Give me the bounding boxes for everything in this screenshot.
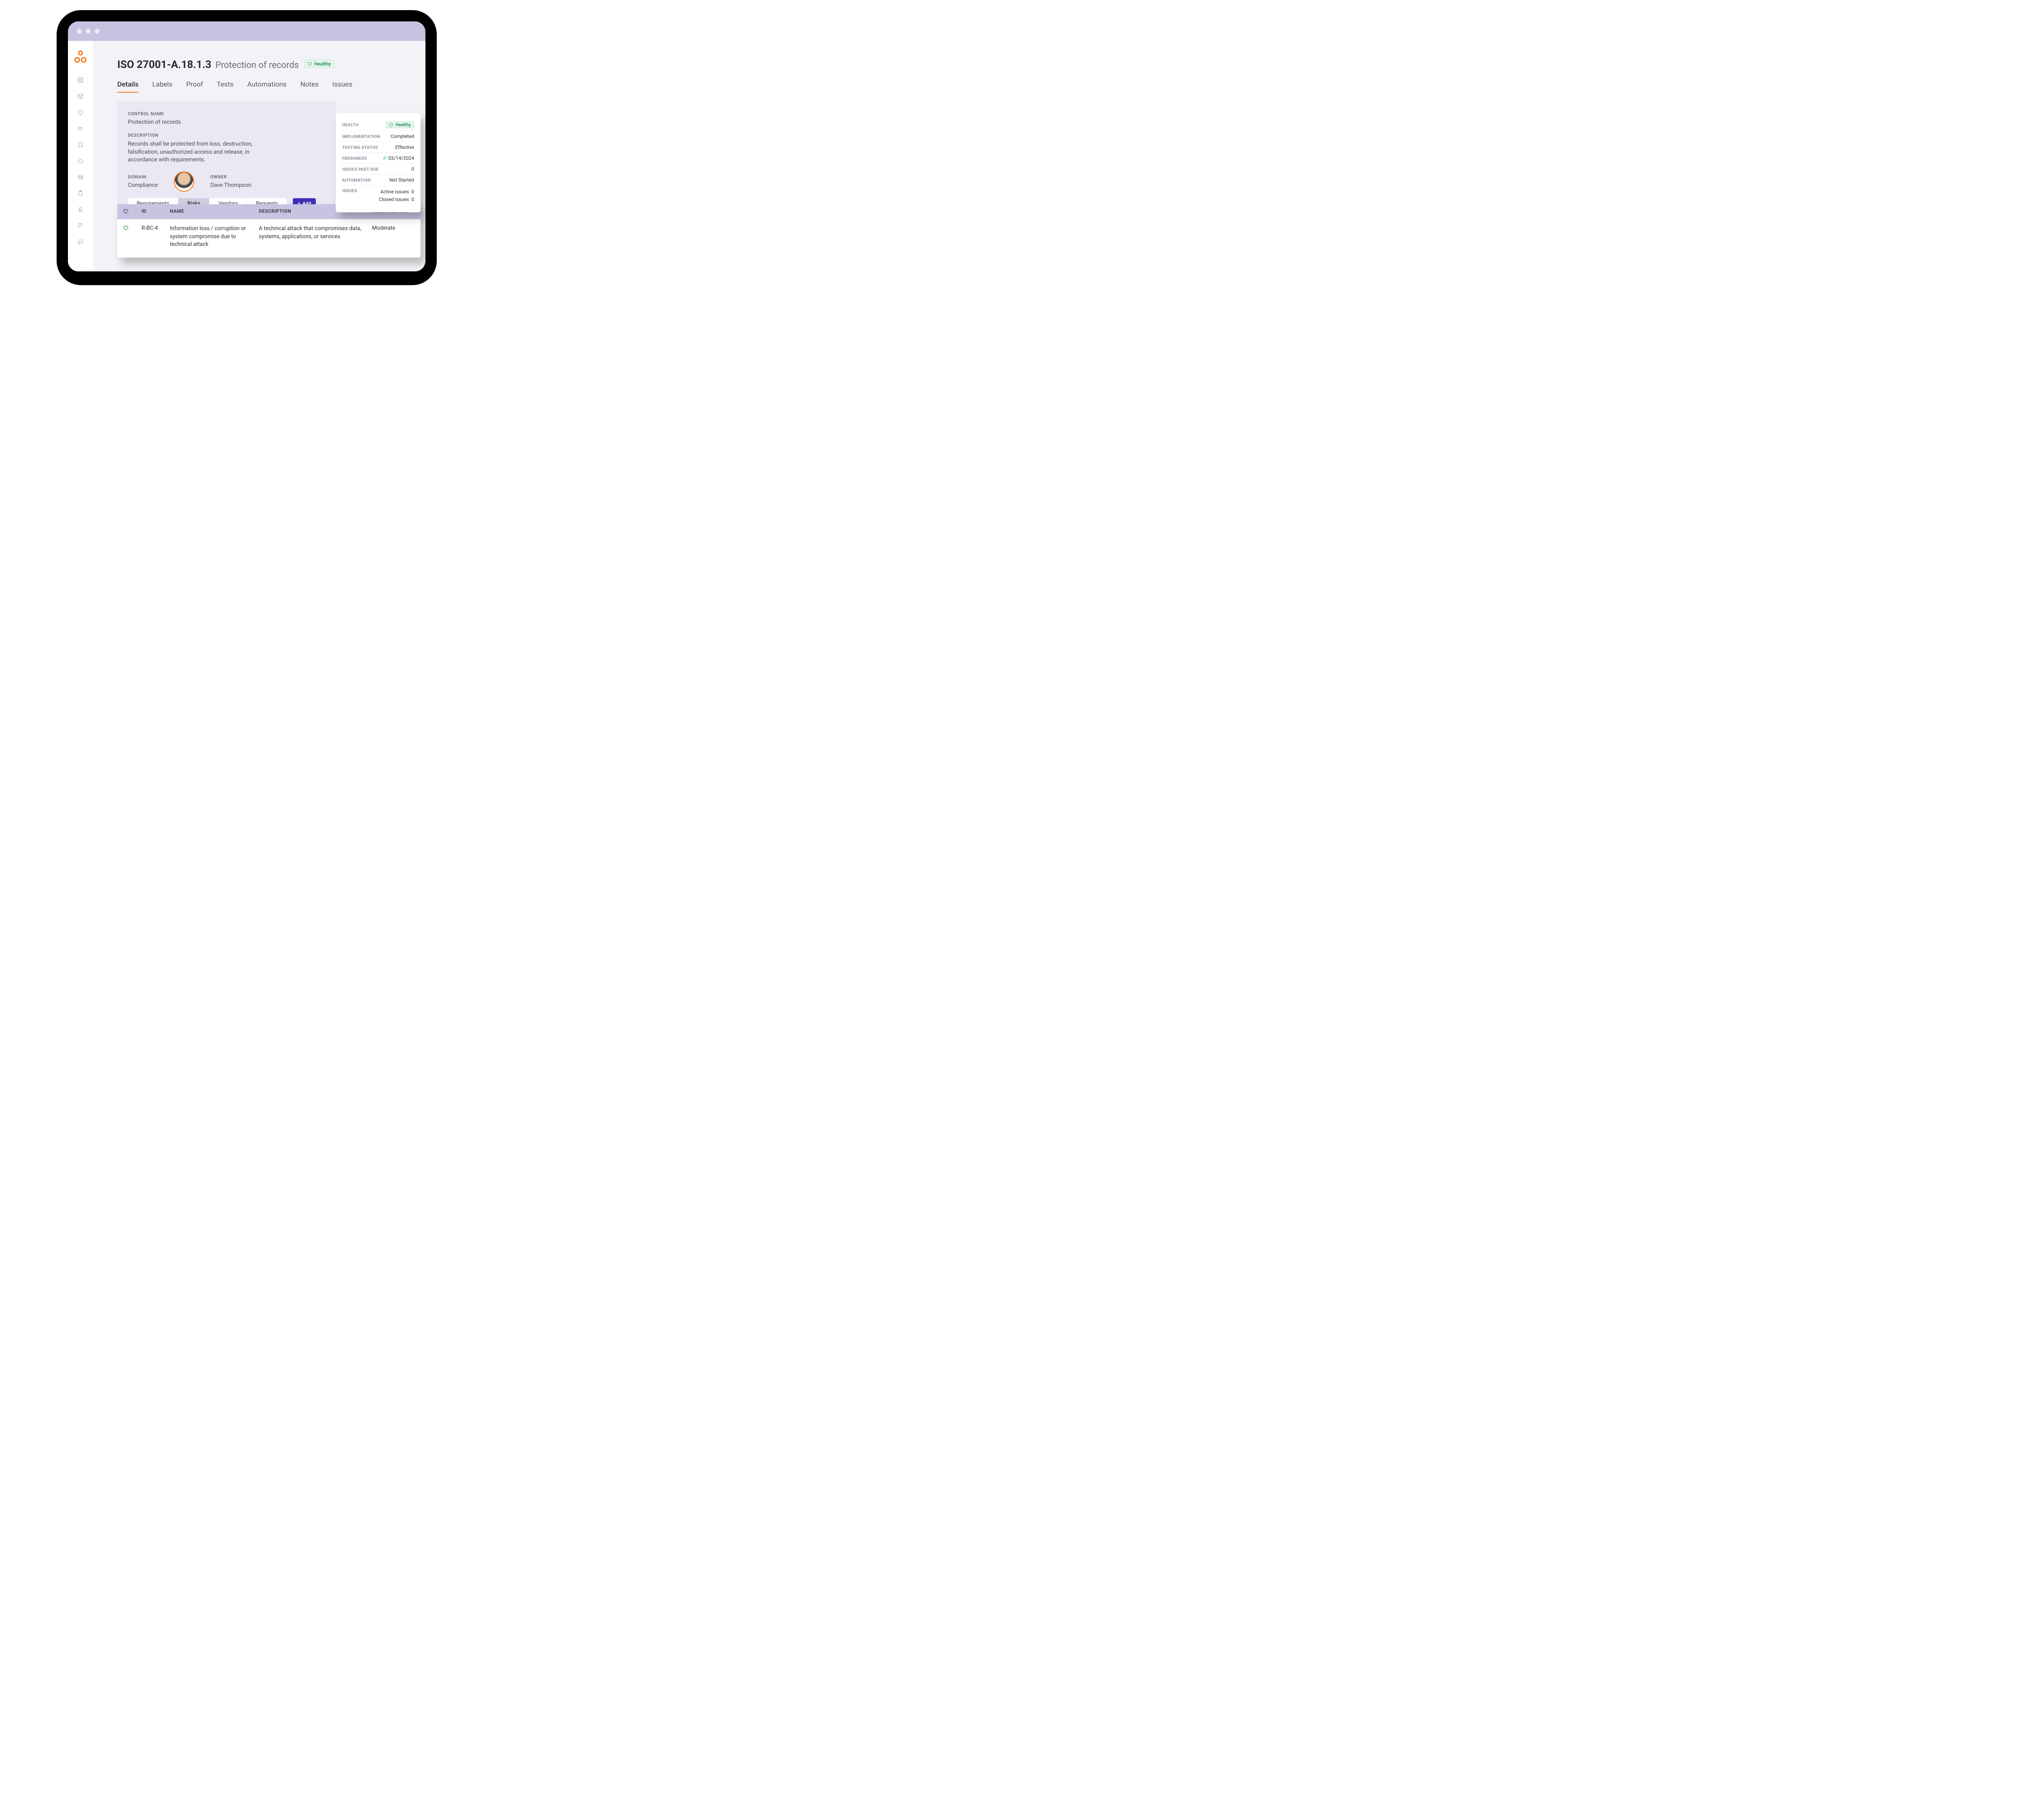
tab-labels[interactable]: Labels [152,80,172,93]
heart-icon [123,225,129,231]
health-badge-label: Healthy [314,61,331,67]
server-icon[interactable] [77,174,84,181]
status-issues-k: ISSUES [342,188,357,193]
tab-details[interactable]: Details [117,80,138,93]
tab-tests[interactable]: Tests [217,80,233,93]
leaf-icon [383,156,387,160]
package-icon[interactable] [77,93,84,100]
status-health-k: HEALTH [342,122,359,127]
page-header: ISO 27001-A.18.1.3 Protection of records… [117,59,409,71]
window-dot[interactable] [86,29,91,34]
domain-label: DOMAIN [128,174,158,180]
heart-icon [307,61,312,66]
window-dot[interactable] [95,29,99,34]
status-card: HEALTH Healthy IMPLEMENTATION Completed … [336,113,421,212]
status-pastdue-v: 0 [411,166,414,172]
badge-icon[interactable] [77,206,84,213]
details-panel: CONTROL NAME Protection of records DESCR… [117,102,336,220]
col-name[interactable]: NAME [170,208,259,215]
row-risk: Moderate [372,225,415,249]
col-id[interactable]: ID [142,208,170,215]
row-desc: A technical attack that compromises data… [259,225,372,249]
dashboard-icon[interactable] [77,76,84,84]
owner-avatar[interactable] [174,171,194,192]
tabs: Details Labels Proof Tests Automations N… [117,80,409,93]
status-fresh-k: FRESHNESS [342,156,367,161]
page-title-code: ISO 27001-A.18.1.3 [117,59,212,71]
table-row[interactable]: R-BC-4 Information loss / corruption or … [117,219,421,258]
status-pastdue-k: ISSUES PAST DUE [342,167,379,172]
shield-icon[interactable] [77,109,84,116]
bookmark-icon[interactable] [77,141,84,148]
page-title-name: Protection of records [216,60,299,70]
cloud-icon[interactable] [77,157,84,165]
heart-icon [123,208,129,214]
tab-proof[interactable]: Proof [186,80,203,93]
tab-notes[interactable]: Notes [300,80,319,93]
control-name-value: Protection of records [128,119,325,125]
status-impl-k: IMPLEMENTATION [342,134,380,139]
status-fresh-v: 03/14/2024 [383,155,414,161]
status-auto-k: AUTOMATION [342,178,370,183]
window-dot[interactable] [77,29,82,34]
status-issues-v: Active issues 0 Closed issues 0 [379,188,414,203]
chat-icon[interactable] [77,238,84,245]
status-impl-v: Completed [391,133,414,139]
owner-label: OWNER [210,174,251,180]
tab-automations[interactable]: Automations [247,80,286,93]
description-value: Records shall be protected from loss, de… [128,140,265,164]
status-testing-v: Effective [395,144,414,150]
tab-issues[interactable]: Issues [332,80,352,93]
window-titlebar [68,21,425,41]
domain-value: Compliance [128,182,158,188]
description-label: DESCRIPTION [128,133,325,138]
row-name: Information loss / corruption or system … [170,225,259,249]
health-badge: Healthy [305,60,334,68]
clipboard-icon[interactable] [77,190,84,197]
status-health-badge: Healthy [386,121,414,128]
row-health-icon [123,225,142,249]
owner-value: Dave Thompson [210,182,251,188]
control-name-label: CONTROL NAME [128,111,325,116]
row-id: R-BC-4 [142,225,170,249]
status-testing-k: TESTING STATUS [342,145,378,150]
heart-icon [389,123,393,127]
sidebar [68,41,93,271]
app-logo[interactable] [74,51,87,63]
status-health-v: Healthy [396,122,411,127]
status-auto-v: Not Started [389,177,414,183]
col-heart [123,208,142,215]
flag-icon[interactable] [77,222,84,229]
users-icon[interactable] [77,125,84,132]
